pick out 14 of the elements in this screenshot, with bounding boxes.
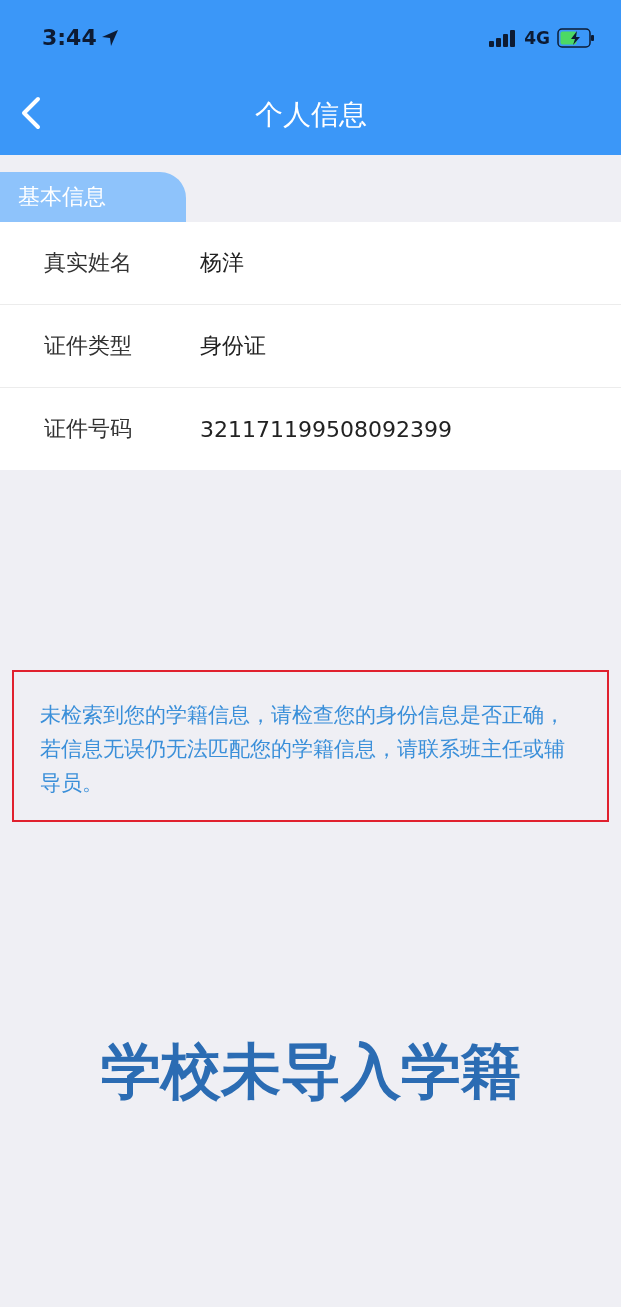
network-type: 4G bbox=[524, 27, 550, 48]
field-label: 证件类型 bbox=[44, 332, 133, 360]
signal-icon bbox=[489, 28, 518, 47]
status-time: 3:44 bbox=[42, 25, 97, 50]
page-title: 个人信息 bbox=[254, 97, 367, 133]
field-value: 身份证 bbox=[200, 332, 266, 360]
field-value: 321171199508092399 bbox=[200, 416, 452, 442]
field-value: 杨洋 bbox=[200, 249, 244, 277]
error-message: 未检索到您的学籍信息，请检查您的身份信息是否正确，若信息无误仍无法匹配您的学籍信息，请联系班主任或辅导员。 bbox=[12, 670, 609, 822]
caption: 学校未导入学籍 bbox=[99, 1035, 522, 1108]
field-label: 真实姓名 bbox=[44, 249, 133, 277]
battery-charging-icon bbox=[557, 27, 595, 48]
field-label: 证件号码 bbox=[44, 415, 133, 443]
location-arrow-icon bbox=[100, 28, 119, 47]
